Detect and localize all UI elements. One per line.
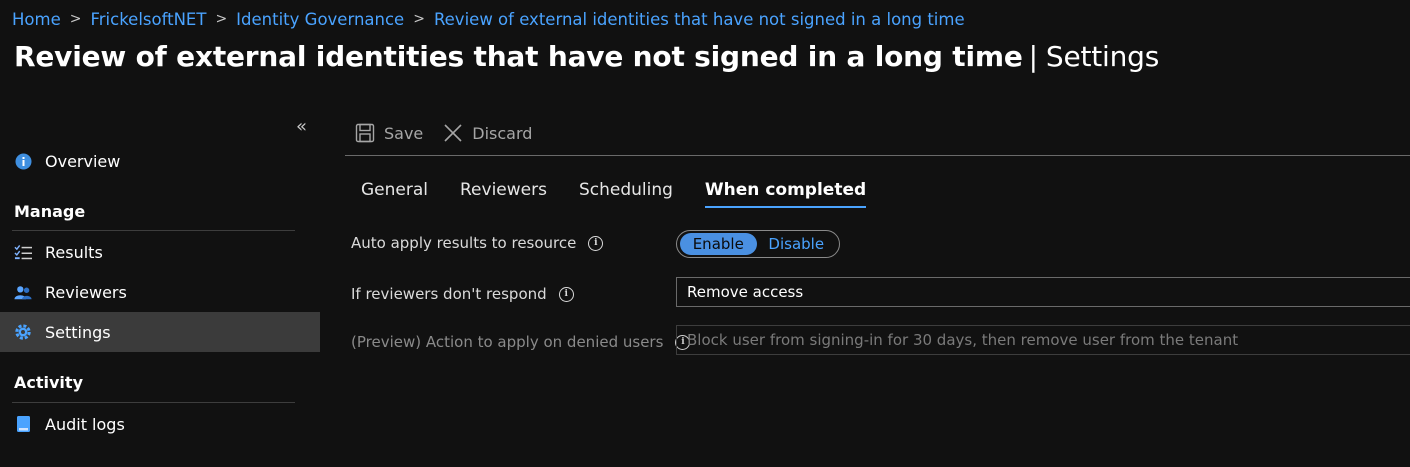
sidebar-item-results[interactable]: Results	[0, 232, 320, 272]
sidebar-item-label: Reviewers	[45, 282, 127, 302]
title-separator: |	[1028, 40, 1038, 73]
gear-icon	[14, 323, 32, 341]
save-icon	[355, 123, 375, 143]
sidebar-item-audit-logs[interactable]: Audit logs	[0, 404, 320, 444]
breadcrumb-tenant[interactable]: FrickelsoftNET	[90, 10, 206, 29]
auto-apply-row: Auto apply results to resource i	[351, 234, 604, 252]
close-icon	[444, 124, 462, 142]
denied-action-value: Block user from signing-in for 30 days, …	[687, 331, 1239, 349]
page-section: Settings	[1045, 40, 1160, 73]
divider	[12, 230, 295, 231]
tab-when-completed[interactable]: When completed	[704, 180, 867, 208]
denied-action-row: (Preview) Action to apply on denied user…	[351, 333, 691, 351]
tab-scheduling[interactable]: Scheduling	[579, 180, 673, 206]
discard-button[interactable]: Discard	[443, 123, 532, 143]
divider	[12, 402, 295, 403]
save-label: Save	[384, 123, 424, 143]
breadcrumb-home[interactable]: Home	[12, 10, 61, 29]
book-icon	[14, 415, 32, 433]
denied-action-dropdown: Block user from signing-in for 30 days, …	[676, 325, 1410, 355]
no-response-row: If reviewers don't respond i	[351, 285, 574, 303]
auto-apply-label: Auto apply results to resource	[351, 234, 577, 252]
info-icon[interactable]: i	[558, 286, 574, 302]
disable-option[interactable]: Disable	[757, 233, 836, 255]
sidebar-item-label: Results	[45, 242, 103, 262]
sidebar-item-reviewers[interactable]: Reviewers	[0, 272, 320, 312]
breadcrumb-separator: >	[215, 11, 228, 27]
auto-apply-toggle[interactable]: Enable Disable	[676, 230, 840, 258]
no-response-value: Remove access	[687, 283, 804, 301]
page-title-text: Review of external identities that have …	[14, 40, 1023, 73]
group-header-activity: Activity	[14, 373, 83, 392]
breadcrumb-access-review[interactable]: Review of external identities that have …	[434, 10, 965, 29]
collapse-sidebar-button[interactable]: «	[296, 118, 307, 136]
breadcrumb-separator: >	[69, 11, 82, 27]
main-content: Save Discard General Reviewers Schedulin…	[345, 110, 1410, 467]
sidebar-item-label: Overview	[45, 151, 121, 171]
denied-action-label: (Preview) Action to apply on denied user…	[351, 333, 664, 351]
command-bar: Save Discard	[345, 110, 542, 156]
group-header-manage: Manage	[14, 202, 86, 221]
breadcrumb: Home > FrickelsoftNET > Identity Governa…	[12, 8, 965, 30]
breadcrumb-separator: >	[413, 11, 425, 27]
sidebar-item-label: Settings	[45, 322, 111, 342]
info-icon	[14, 152, 32, 170]
users-icon	[14, 283, 32, 301]
no-response-dropdown[interactable]: Remove access	[676, 277, 1410, 307]
no-response-label: If reviewers don't respond	[351, 285, 547, 303]
tab-bar: General Reviewers Scheduling When comple…	[361, 180, 898, 208]
discard-label: Discard	[472, 123, 533, 143]
tab-reviewers[interactable]: Reviewers	[460, 180, 547, 206]
sidebar-item-settings[interactable]: Settings	[0, 312, 320, 352]
info-icon[interactable]: i	[588, 235, 604, 251]
enable-option[interactable]: Enable	[680, 233, 757, 255]
toolbar-divider	[345, 155, 1410, 156]
sidebar-item-overview[interactable]: Overview	[0, 141, 320, 181]
checklist-icon	[14, 243, 32, 261]
sidebar-item-label: Audit logs	[45, 414, 125, 434]
save-button[interactable]: Save	[355, 123, 423, 143]
tab-general[interactable]: General	[361, 180, 428, 206]
page-title: Review of external identities that have …	[14, 40, 1159, 73]
breadcrumb-identity-governance[interactable]: Identity Governance	[236, 10, 404, 29]
